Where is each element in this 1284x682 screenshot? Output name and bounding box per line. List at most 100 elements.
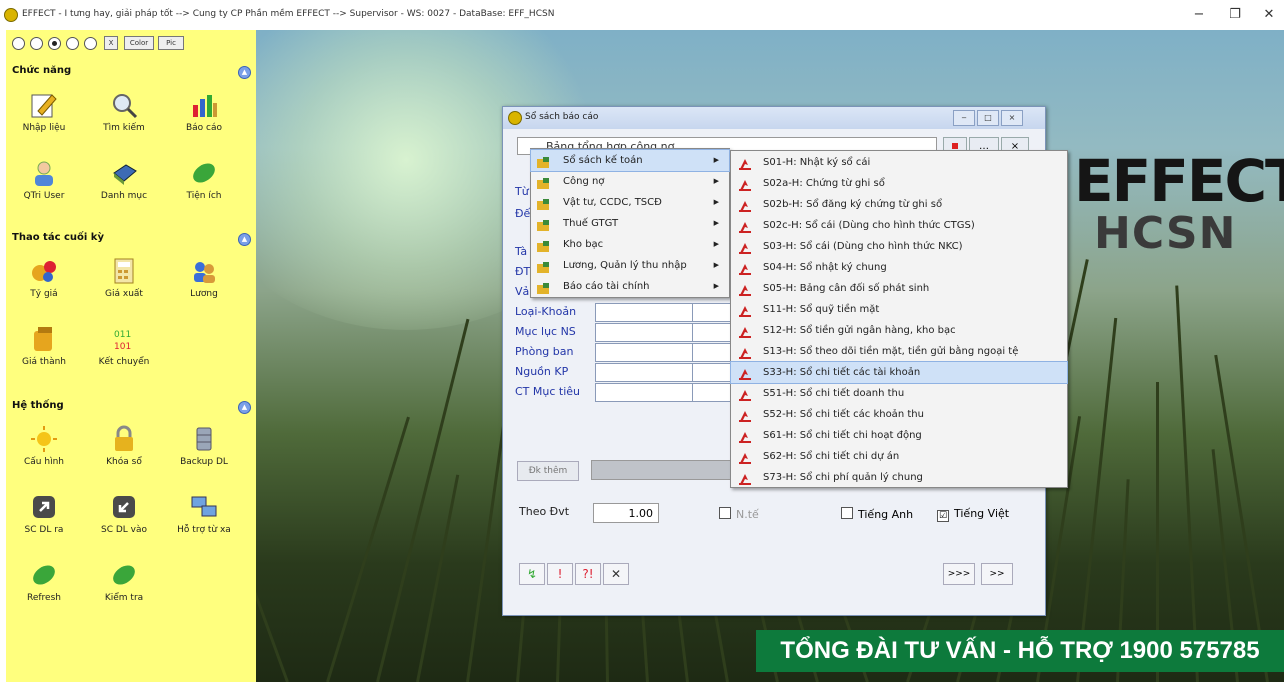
chart-icon xyxy=(189,90,219,120)
tool-luong[interactable]: Lương xyxy=(166,256,242,316)
submenu-arrow-icon: ▶ xyxy=(713,219,719,227)
lock-icon xyxy=(109,424,139,454)
tieng-viet-checkbox[interactable]: ☑ Tiếng Việt xyxy=(937,507,1009,522)
tool-ty-gia[interactable]: Tỷ giá xyxy=(6,256,82,316)
preview-button[interactable]: ↯ xyxy=(519,563,545,585)
dk-them-field[interactable] xyxy=(591,460,733,480)
magnifier-icon xyxy=(109,90,139,120)
theme-radio-5[interactable] xyxy=(84,37,97,50)
leaf-icon xyxy=(29,560,59,590)
tool-label: Tiện ích xyxy=(186,191,222,201)
print-button[interactable]: ! xyxy=(547,563,573,585)
report-icon xyxy=(739,178,751,191)
ct-muc-tieu-input[interactable] xyxy=(595,383,693,402)
menu-item-so-sach-ke-toan[interactable]: Sổ sách kế toán ▶ xyxy=(530,149,730,172)
next-button[interactable]: >> xyxy=(981,563,1013,585)
menu-item-bao-cao-tai-chinh[interactable]: Báo cáo tài chính ▶ xyxy=(531,276,729,297)
category-menu: Sổ sách kế toán ▶ Công nợ ▶ Vật tư, CCDC… xyxy=(530,148,730,298)
tool-kiem-tra[interactable]: Kiểm tra xyxy=(86,560,162,620)
report-item-s33[interactable]: S33-H: Sổ chi tiết các tài khoản xyxy=(730,361,1068,384)
collapse-he-thong-icon[interactable]: ▲ xyxy=(238,401,251,414)
tool-tim-kiem[interactable]: Tìm kiếm xyxy=(86,90,162,150)
close-button[interactable]: ✕ xyxy=(1254,4,1284,26)
tool-nhap-lieu[interactable]: Nhập liệu xyxy=(6,90,82,150)
minimize-button[interactable]: − xyxy=(1184,4,1214,26)
tieng-anh-checkbox[interactable]: Tiếng Anh xyxy=(841,507,913,521)
report-item-s04[interactable]: S04-H: Sổ nhật ký chung xyxy=(731,257,1067,278)
tool-sc-dl-ra[interactable]: SC DL ra xyxy=(6,492,82,552)
report-icon xyxy=(739,430,751,443)
dialog-maximize-button[interactable]: □ xyxy=(977,110,999,126)
report-item-s73[interactable]: S73-H: Sổ chi phí quản lý chung xyxy=(731,467,1067,488)
dk-them-button[interactable]: Đk thêm xyxy=(517,461,579,481)
folder-icon xyxy=(537,260,549,273)
loai-khoan-name[interactable] xyxy=(692,303,732,322)
theme-radio-4[interactable] xyxy=(66,37,79,50)
report-item-s02c[interactable]: S02c-H: Sổ cái (Dùng cho hình thức CTGS) xyxy=(731,215,1067,236)
restore-button[interactable]: ❐ xyxy=(1220,4,1250,26)
ct-muc-tieu-name[interactable] xyxy=(692,383,732,402)
menu-item-label: Công nợ xyxy=(563,176,605,187)
report-item-s61[interactable]: S61-H: Sổ chi tiết chi hoạt động xyxy=(731,425,1067,446)
report-icon xyxy=(739,388,751,401)
tool-ho-tro-tu-xa[interactable]: Hỗ trợ từ xa xyxy=(166,492,242,552)
menu-item-thue-gtgt[interactable]: Thuế GTGT ▶ xyxy=(531,213,729,234)
report-item-s02a[interactable]: S02a-H: Chứng từ ghi sổ xyxy=(731,173,1067,194)
print-setup-button[interactable]: ?! xyxy=(575,563,601,585)
loai-khoan-input[interactable] xyxy=(595,303,693,322)
report-item-s11[interactable]: S11-H: Sổ quỹ tiền mặt xyxy=(731,299,1067,320)
report-item-label: S02a-H: Chứng từ ghi sổ xyxy=(763,178,885,189)
tool-refresh[interactable]: Refresh xyxy=(6,560,82,620)
tieng-viet-box: ☑ xyxy=(937,510,949,522)
theme-radio-1[interactable] xyxy=(12,37,25,50)
tool-cau-hinh[interactable]: Cấu hình xyxy=(6,424,82,484)
report-item-s52[interactable]: S52-H: Sổ chi tiết các khoản thu xyxy=(731,404,1067,425)
report-item-s05[interactable]: S05-H: Bảng cân đối số phát sinh xyxy=(731,278,1067,299)
menu-item-cong-no[interactable]: Công nợ ▶ xyxy=(531,171,729,192)
brand-logo-line1: EFFECT xyxy=(1074,147,1284,215)
tieng-viet-label: Tiếng Việt xyxy=(954,507,1010,520)
pic-button[interactable]: Pic xyxy=(158,36,184,50)
dialog-minimize-button[interactable]: ‒ xyxy=(953,110,975,126)
nguon-kp-name[interactable] xyxy=(692,363,732,382)
report-item-s01[interactable]: S01-H: Nhật ký sổ cái xyxy=(731,152,1067,173)
cancel-button[interactable]: ✕ xyxy=(603,563,629,585)
nte-checkbox[interactable]: N.tế xyxy=(719,507,759,521)
tool-ket-chuyen[interactable]: 011 101 Kết chuyển xyxy=(86,324,162,384)
muc-luc-ns-name[interactable] xyxy=(692,323,732,342)
report-item-s62[interactable]: S62-H: Sổ chi tiết chi dự án xyxy=(731,446,1067,467)
report-item-label: S13-H: Sổ theo dõi tiền mặt, tiền gửi bằ… xyxy=(763,346,1019,357)
dialog-close-button[interactable]: × xyxy=(1001,110,1023,126)
tool-danh-muc[interactable]: Danh mục xyxy=(86,158,162,218)
report-item-s02b[interactable]: S02b-H: Sổ đăng ký chứng từ ghi sổ xyxy=(731,194,1067,215)
phong-ban-input[interactable] xyxy=(595,343,693,362)
theo-dvt-input[interactable]: 1.00 xyxy=(593,503,659,523)
tool-backup-dl[interactable]: Backup DL xyxy=(166,424,242,484)
menu-item-luong[interactable]: Lương, Quản lý thu nhập ▶ xyxy=(531,255,729,276)
panel-x-button[interactable]: X xyxy=(104,36,118,50)
collapse-chuc-nang-icon[interactable]: ▲ xyxy=(238,66,251,79)
tool-sc-dl-vao[interactable]: SC DL vào xyxy=(86,492,162,552)
tool-tien-ich[interactable]: Tiện ích xyxy=(166,158,242,218)
tool-qtri-user[interactable]: QTri User xyxy=(6,158,82,218)
color-button[interactable]: Color xyxy=(124,36,154,50)
muc-luc-ns-input[interactable] xyxy=(595,323,693,342)
report-item-s03[interactable]: S03-H: Sổ cái (Dùng cho hình thức NKC) xyxy=(731,236,1067,257)
tool-khoa-so[interactable]: Khóa sổ xyxy=(86,424,162,484)
collapse-thao-tac-icon[interactable]: ▲ xyxy=(238,233,251,246)
report-item-s13[interactable]: S13-H: Sổ theo dõi tiền mặt, tiền gửi bằ… xyxy=(731,341,1067,362)
tool-gia-thanh[interactable]: Giá thành xyxy=(6,324,82,384)
tool-gia-xuat[interactable]: Giá xuất xyxy=(86,256,162,316)
report-item-s51[interactable]: S51-H: Sổ chi tiết doanh thu xyxy=(731,383,1067,404)
menu-item-vat-tu[interactable]: Vật tư, CCDC, TSCĐ ▶ xyxy=(531,192,729,213)
tool-bao-cao[interactable]: Báo cáo xyxy=(166,90,242,150)
phong-ban-name[interactable] xyxy=(692,343,732,362)
menu-item-kho-bac[interactable]: Kho bạc ▶ xyxy=(531,234,729,255)
theme-radio-2[interactable] xyxy=(30,37,43,50)
tool-label: QTri User xyxy=(23,191,65,201)
nguon-kp-input[interactable] xyxy=(595,363,693,382)
user-icon xyxy=(29,158,59,188)
report-item-s12[interactable]: S12-H: Sổ tiền gửi ngân hàng, kho bạc xyxy=(731,320,1067,341)
next-all-button[interactable]: >>> xyxy=(943,563,975,585)
theme-radio-3[interactable] xyxy=(48,37,61,50)
